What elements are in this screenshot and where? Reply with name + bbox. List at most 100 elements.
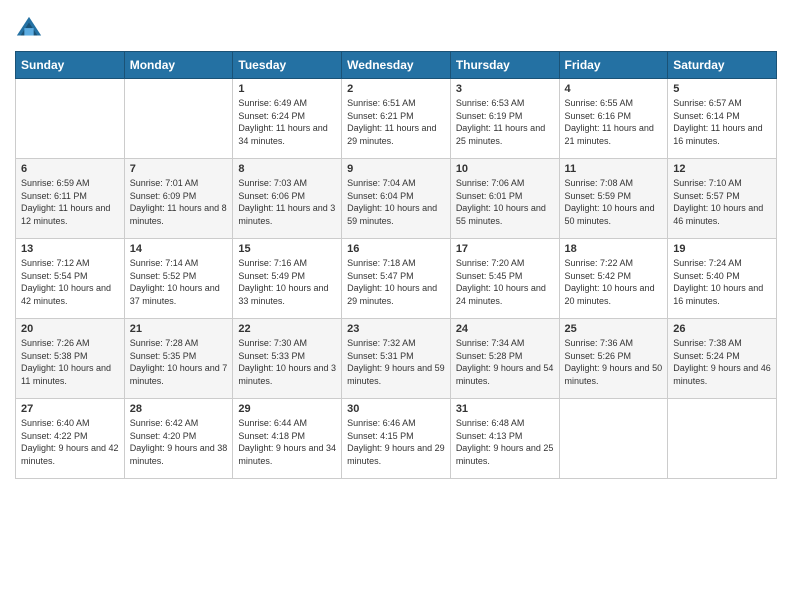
day-info: Sunrise: 7:08 AMSunset: 5:59 PMDaylight:… [565,177,663,227]
day-info: Sunrise: 7:04 AMSunset: 6:04 PMDaylight:… [347,177,445,227]
day-number: 31 [456,403,554,415]
day-number: 7 [130,163,228,175]
day-info: Sunrise: 7:03 AMSunset: 6:06 PMDaylight:… [238,177,336,227]
logo-icon [15,15,43,43]
day-header-monday: Monday [124,52,233,79]
day-number: 8 [238,163,336,175]
calendar-cell: 14 Sunrise: 7:14 AMSunset: 5:52 PMDayligh… [124,239,233,319]
calendar-cell: 5 Sunrise: 6:57 AMSunset: 6:14 PMDaylight… [668,79,777,159]
day-number: 10 [456,163,554,175]
calendar-cell: 6 Sunrise: 6:59 AMSunset: 6:11 PMDaylight… [16,159,125,239]
calendar-cell [668,399,777,479]
calendar-cell: 9 Sunrise: 7:04 AMSunset: 6:04 PMDaylight… [342,159,451,239]
calendar-cell: 21 Sunrise: 7:28 AMSunset: 5:35 PMDayligh… [124,319,233,399]
calendar-cell: 1 Sunrise: 6:49 AMSunset: 6:24 PMDaylight… [233,79,342,159]
calendar-cell: 13 Sunrise: 7:12 AMSunset: 5:54 PMDayligh… [16,239,125,319]
week-row-5: 27Sunrise: 6:40 AMSunset: 4:22 PMDayligh… [16,399,777,479]
calendar-cell: 18 Sunrise: 7:22 AMSunset: 5:42 PMDayligh… [559,239,668,319]
day-number: 28 [130,403,228,415]
day-number: 24 [456,323,554,335]
day-info: Sunrise: 7:16 AMSunset: 5:49 PMDaylight:… [238,257,336,307]
day-number: 29 [238,403,336,415]
day-header-thursday: Thursday [450,52,559,79]
calendar-cell: 31 Sunrise: 6:48 AMSunset: 4:13 PMDayligh… [450,399,559,479]
day-info: Sunrise: 6:55 AMSunset: 6:16 PMDaylight:… [565,97,663,147]
day-info: Sunrise: 7:28 AMSunset: 5:35 PMDaylight:… [130,337,228,387]
calendar-cell: 7 Sunrise: 7:01 AMSunset: 6:09 PMDaylight… [124,159,233,239]
calendar-cell: 22 Sunrise: 7:30 AMSunset: 5:33 PMDayligh… [233,319,342,399]
day-number: 21 [130,323,228,335]
day-number: 9 [347,163,445,175]
calendar-cell: 8 Sunrise: 7:03 AMSunset: 6:06 PMDaylight… [233,159,342,239]
calendar-body: 1 Sunrise: 6:49 AMSunset: 6:24 PMDaylight… [16,79,777,479]
calendar-container: SundayMondayTuesdayWednesdayThursdayFrid… [0,0,792,489]
day-info: Sunrise: 7:10 AMSunset: 5:57 PMDaylight:… [673,177,771,227]
day-number: 4 [565,83,663,95]
day-number: 23 [347,323,445,335]
day-info: Sunrise: 6:53 AMSunset: 6:19 PMDaylight:… [456,97,554,147]
week-row-2: 6 Sunrise: 6:59 AMSunset: 6:11 PMDaylight… [16,159,777,239]
day-number: 12 [673,163,771,175]
calendar-table: SundayMondayTuesdayWednesdayThursdayFrid… [15,51,777,479]
calendar-cell: 17Sunrise: 7:20 AMSunset: 5:45 PMDayligh… [450,239,559,319]
day-number: 30 [347,403,445,415]
day-info: Sunrise: 7:36 AMSunset: 5:26 PMDaylight:… [565,337,663,387]
day-info: Sunrise: 7:32 AMSunset: 5:31 PMDaylight:… [347,337,445,387]
day-number: 5 [673,83,771,95]
day-number: 13 [21,243,119,255]
day-info: Sunrise: 6:46 AMSunset: 4:15 PMDaylight:… [347,417,445,467]
day-info: Sunrise: 7:12 AMSunset: 5:54 PMDaylight:… [21,257,119,307]
day-info: Sunrise: 6:44 AMSunset: 4:18 PMDaylight:… [238,417,336,467]
calendar-cell: 27Sunrise: 6:40 AMSunset: 4:22 PMDayligh… [16,399,125,479]
day-number: 19 [673,243,771,255]
day-header-friday: Friday [559,52,668,79]
day-number: 14 [130,243,228,255]
calendar-cell: 29 Sunrise: 6:44 AMSunset: 4:18 PMDayligh… [233,399,342,479]
calendar-cell: 12 Sunrise: 7:10 AMSunset: 5:57 PMDayligh… [668,159,777,239]
calendar-cell [124,79,233,159]
day-info: Sunrise: 7:01 AMSunset: 6:09 PMDaylight:… [130,177,228,227]
day-number: 26 [673,323,771,335]
day-info: Sunrise: 7:14 AMSunset: 5:52 PMDaylight:… [130,257,228,307]
day-info: Sunrise: 7:30 AMSunset: 5:33 PMDaylight:… [238,337,336,387]
week-row-3: 13 Sunrise: 7:12 AMSunset: 5:54 PMDayligh… [16,239,777,319]
header [15,15,777,43]
day-info: Sunrise: 6:59 AMSunset: 6:11 PMDaylight:… [21,177,119,227]
day-info: Sunrise: 6:48 AMSunset: 4:13 PMDaylight:… [456,417,554,467]
day-number: 6 [21,163,119,175]
day-info: Sunrise: 6:51 AMSunset: 6:21 PMDaylight:… [347,97,445,147]
calendar-cell: 19 Sunrise: 7:24 AMSunset: 5:40 PMDayligh… [668,239,777,319]
day-number: 17 [456,243,554,255]
calendar-cell [16,79,125,159]
day-info: Sunrise: 7:38 AMSunset: 5:24 PMDaylight:… [673,337,771,387]
day-info: Sunrise: 6:49 AMSunset: 6:24 PMDaylight:… [238,97,336,147]
calendar-cell: 10 Sunrise: 7:06 AMSunset: 6:01 PMDayligh… [450,159,559,239]
calendar-cell: 24Sunrise: 7:34 AMSunset: 5:28 PMDayligh… [450,319,559,399]
day-info: Sunrise: 7:18 AMSunset: 5:47 PMDaylight:… [347,257,445,307]
day-number: 16 [347,243,445,255]
day-header-sunday: Sunday [16,52,125,79]
calendar-cell: 26 Sunrise: 7:38 AMSunset: 5:24 PMDayligh… [668,319,777,399]
day-info: Sunrise: 7:24 AMSunset: 5:40 PMDaylight:… [673,257,771,307]
day-header-saturday: Saturday [668,52,777,79]
calendar-cell: 4 Sunrise: 6:55 AMSunset: 6:16 PMDaylight… [559,79,668,159]
day-number: 20 [21,323,119,335]
calendar-cell: 23 Sunrise: 7:32 AMSunset: 5:31 PMDayligh… [342,319,451,399]
day-info: Sunrise: 6:42 AMSunset: 4:20 PMDaylight:… [130,417,228,467]
day-info: Sunrise: 7:22 AMSunset: 5:42 PMDaylight:… [565,257,663,307]
day-number: 22 [238,323,336,335]
day-info: Sunrise: 7:06 AMSunset: 6:01 PMDaylight:… [456,177,554,227]
week-row-4: 20 Sunrise: 7:26 AMSunset: 5:38 PMDayligh… [16,319,777,399]
day-header-tuesday: Tuesday [233,52,342,79]
day-info: Sunrise: 6:57 AMSunset: 6:14 PMDaylight:… [673,97,771,147]
calendar-cell [559,399,668,479]
calendar-cell: 30 Sunrise: 6:46 AMSunset: 4:15 PMDayligh… [342,399,451,479]
calendar-cell: 11Sunrise: 7:08 AMSunset: 5:59 PMDayligh… [559,159,668,239]
day-info: Sunrise: 7:26 AMSunset: 5:38 PMDaylight:… [21,337,119,387]
calendar-cell: 25Sunrise: 7:36 AMSunset: 5:26 PMDayligh… [559,319,668,399]
calendar-cell: 2Sunrise: 6:51 AMSunset: 6:21 PMDaylight… [342,79,451,159]
day-number: 27 [21,403,119,415]
day-number: 1 [238,83,336,95]
day-number: 18 [565,243,663,255]
day-number: 15 [238,243,336,255]
